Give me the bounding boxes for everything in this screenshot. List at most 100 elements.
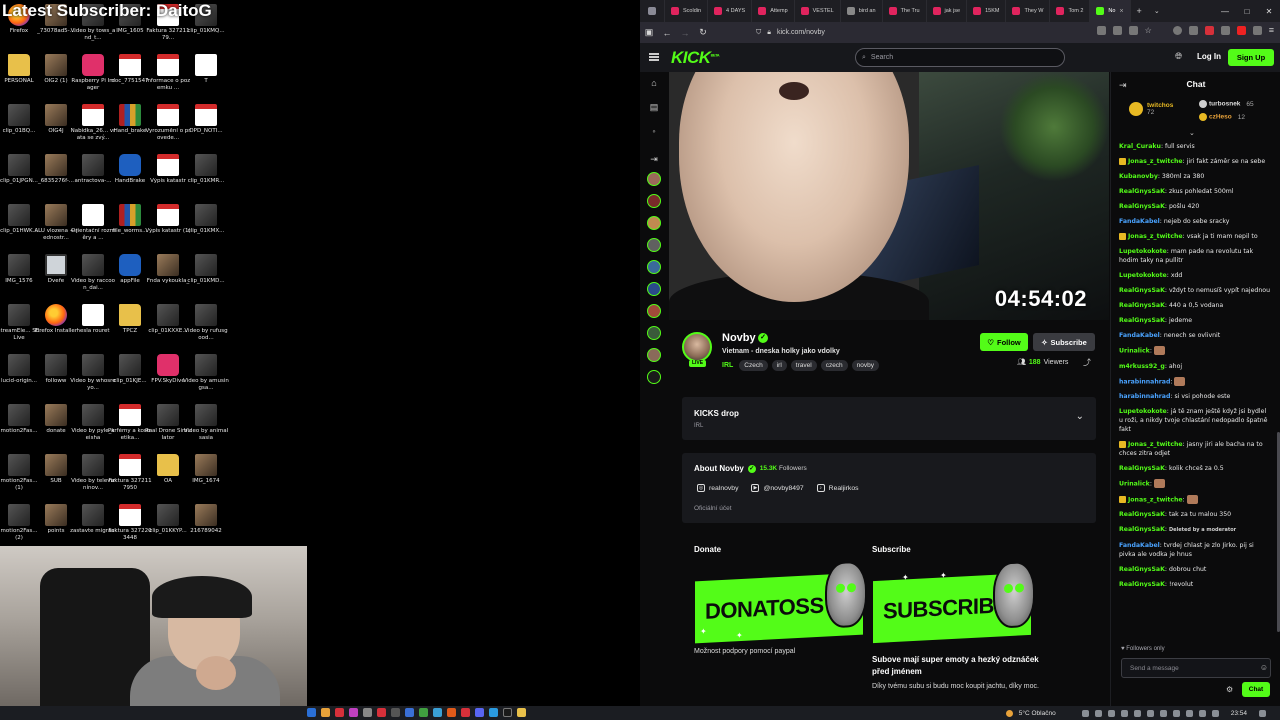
followed-channel-avatar[interactable] [647,370,661,384]
app-icon[interactable] [405,708,414,717]
back-button[interactable]: ← [658,28,676,38]
weather-text[interactable]: 5°C Oblačno [1019,710,1056,717]
chat-username[interactable]: Jonas_z_twitche [1128,158,1183,165]
leaderboard-entry[interactable]: turbosnek 65 [1199,100,1254,108]
desktop-icon[interactable]: Video by rufusgood... [183,304,229,342]
video-player[interactable]: 04:54:02 [669,72,1109,320]
stream-tag[interactable]: travel [790,360,817,371]
followed-channel-avatar[interactable] [647,348,661,362]
send-chat-button[interactable]: Chat [1242,682,1270,697]
desktop-icon[interactable]: 216789042 [183,504,229,542]
chat-username[interactable]: Kubanovby [1119,173,1158,180]
close-window-button[interactable]: ✕ [1258,7,1280,16]
youtube-extension-icon[interactable] [1236,25,1246,35]
chat-message[interactable]: RealGnysSaK: dobrou chut [1119,565,1271,574]
leaderboard-toggle-icon[interactable]: ⌄ [1189,129,1195,137]
sidebar-toggle-icon[interactable]: ▣ [640,27,658,38]
followed-channel-avatar[interactable] [647,194,661,208]
discord-icon[interactable] [475,708,484,717]
file-explorer-icon[interactable] [517,708,526,717]
chat-username[interactable]: FandaKabel [1119,542,1160,549]
subscribe-banner[interactable]: SUBSCRIBE [873,560,1035,644]
tray-app-icon[interactable] [1120,709,1128,717]
kicks-drop-panel[interactable]: KICKS drop IRL ⌄ [682,397,1096,440]
new-tab-button[interactable]: + [1131,0,1148,22]
followed-channel-avatar[interactable] [647,304,661,318]
social-link[interactable]: ▶ @novby8497 [751,484,804,492]
extensions-puzzle-icon[interactable] [1252,25,1262,35]
chat-username[interactable]: RealGnysSaK [1119,188,1165,195]
tab-overflow-button[interactable]: ⌄ [1148,0,1166,22]
stream-category[interactable]: IRL [722,362,733,369]
chat-message[interactable]: Urinalick: [1119,346,1271,356]
browser-tab[interactable]: They W [1006,0,1051,22]
vlc-icon[interactable] [321,708,330,717]
channel-name[interactable]: Novby [722,332,756,344]
chat-username[interactable]: RealGnysSaK [1119,465,1165,472]
chat-username[interactable]: RealGnysSaK [1119,203,1165,210]
chat-username[interactable]: Lupetokokote [1119,272,1167,279]
network-icon[interactable] [1198,709,1206,717]
emoji-icon[interactable]: ☺ [1258,662,1270,674]
chat-message[interactable]: Urinalick: [1119,479,1271,489]
chat-message-input[interactable]: Send a message ☺ [1121,658,1271,678]
search-input[interactable]: ⌕ Search [855,48,1065,67]
chat-message[interactable]: RealGnysSaK: tak za tu malou 350 [1119,510,1271,519]
chevron-down-icon[interactable]: ⌄ [1076,411,1084,422]
tray-app-icon[interactable] [1185,709,1193,717]
save-to-pocket-icon[interactable] [1188,25,1198,35]
browser-tab[interactable]: Tom 2 [1050,0,1091,22]
browser-tab[interactable]: No × [1090,0,1131,22]
notifications-icon[interactable] [1259,709,1266,717]
chat-username[interactable]: Lupetokokote [1119,248,1167,255]
account-icon[interactable] [1172,25,1182,35]
close-tab-icon[interactable]: × [1119,8,1123,15]
extension-red-icon[interactable] [1204,25,1214,35]
chat-message[interactable]: Kubanovby: 380ml za 380 [1119,172,1271,181]
forward-button[interactable]: → [676,28,694,38]
extension-icon[interactable] [1220,25,1230,35]
tab-list-button[interactable] [640,0,665,22]
chat-username[interactable]: RealGnysSaK [1119,526,1165,533]
followed-channel-avatar[interactable] [647,172,661,186]
menu-icon[interactable] [649,53,659,61]
stream-tag[interactable]: novby [851,360,880,371]
chat-message[interactable]: harabinnahrad: [1119,376,1271,387]
chat-username[interactable]: Kral_Curaku [1119,143,1161,150]
address-bar[interactable]: ⛉ 🔒︎ kick.com/novby [756,25,1074,40]
chat-message[interactable]: Lupetokokote: xdd [1119,271,1271,280]
following-icon[interactable]: ◦ [649,126,659,136]
app-icon[interactable] [391,708,400,717]
chat-username[interactable]: m4rkuss92_g [1119,363,1165,370]
chat-message[interactable]: FandaKabel: nejeb do sebe sracky [1119,217,1271,226]
tray-app-icon[interactable] [1107,709,1115,717]
chat-message[interactable]: RealGnysSaK: !revolut [1119,580,1271,587]
chat-username[interactable]: harabinnahrad [1119,393,1170,400]
chat-message[interactable]: Jonas_z_twitche: jiri fakt záměr se na s… [1119,157,1271,166]
share-icon[interactable]: ⤴ [1083,357,1091,368]
stream-tag[interactable]: czech [820,360,848,371]
chat-username[interactable]: harabinnahrad [1119,378,1170,385]
desktop-icon[interactable]: T [183,54,229,92]
chat-username[interactable]: RealGnysSaK [1119,287,1165,294]
chat-username[interactable]: FandaKabel [1119,332,1160,339]
browse-icon[interactable]: ▤ [649,102,659,112]
social-link[interactable]: ♪ Realjirkos [816,484,859,492]
followed-channel-avatar[interactable] [647,238,661,252]
chat-username[interactable]: RealGnysSaK [1119,566,1165,573]
app-icon[interactable] [419,708,428,717]
chat-username[interactable]: RealGnysSaK [1119,581,1165,587]
chat-message[interactable]: Jonas_z_twitche: jasny jiri ale bacha na… [1119,440,1271,458]
browser-tab[interactable]: bird an [841,0,883,22]
tray-app-icon[interactable] [1094,709,1102,717]
stream-tag[interactable]: irl [771,360,787,371]
chat-username[interactable]: Urinalick [1119,348,1150,355]
stream-tag[interactable]: Czech [739,360,768,371]
start-icon[interactable] [307,708,316,717]
firefox-icon[interactable] [447,708,456,717]
channel-avatar[interactable] [682,332,712,362]
maximize-button[interactable]: □ [1236,7,1258,16]
chat-message[interactable]: RealGnysSaK: 440 a 0,5 vodana [1119,301,1271,310]
app-menu-icon[interactable]: ≡ [1269,25,1274,35]
translate-icon[interactable] [1128,25,1138,35]
